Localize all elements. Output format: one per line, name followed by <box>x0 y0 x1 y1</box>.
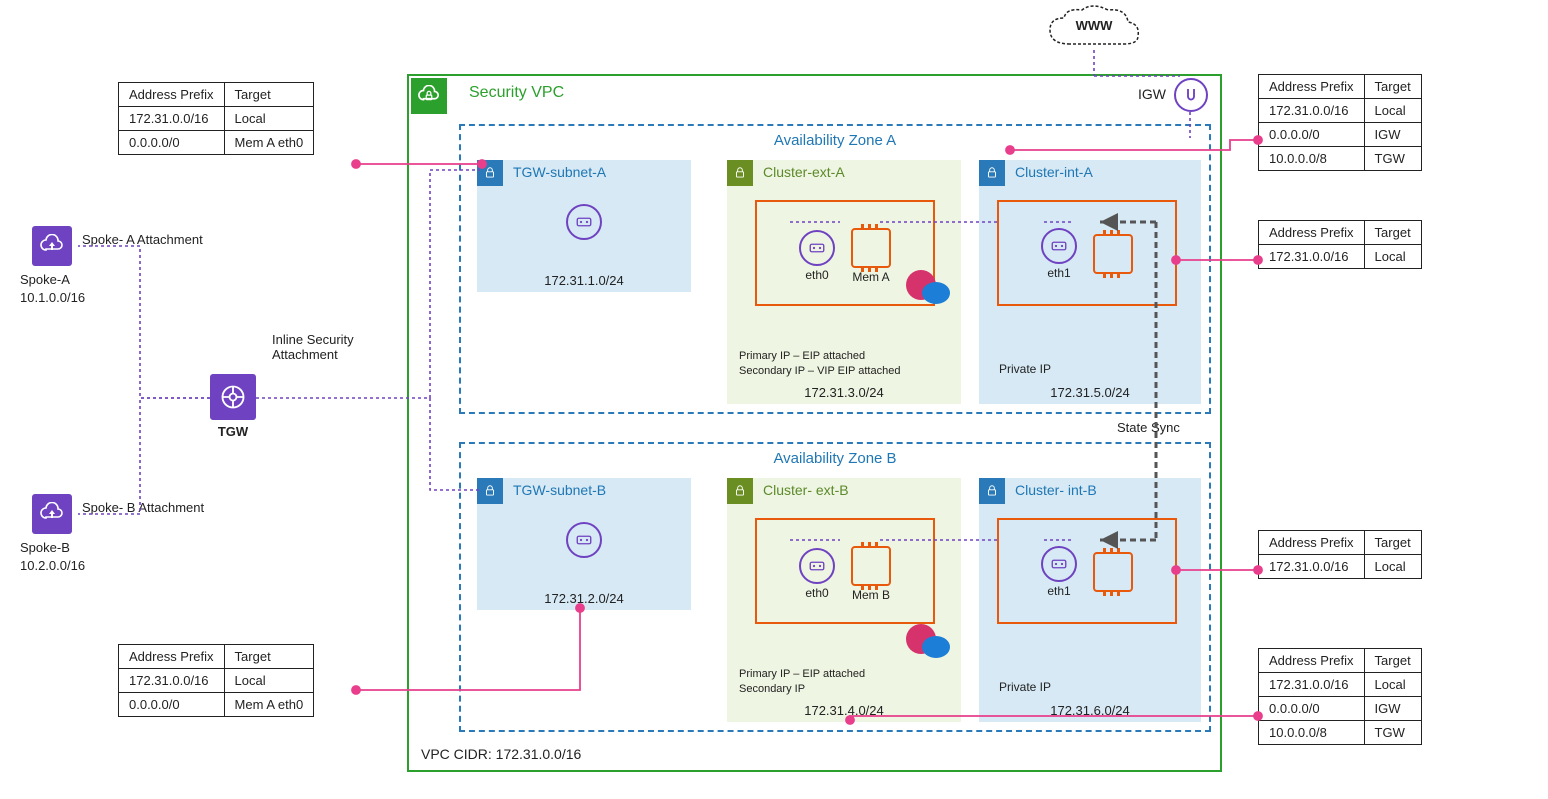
device-box: eth1 <box>997 518 1177 624</box>
route-table-ext-a: Address PrefixTarget172.31.0.0/16Local0.… <box>1258 74 1422 171</box>
chip-icon <box>1093 234 1133 274</box>
eni-icon <box>799 230 835 266</box>
subnet-label: TGW-subnet-B <box>513 482 606 498</box>
eth-label: eth0 <box>799 268 835 282</box>
spoke-b-name: Spoke-B <box>20 540 70 555</box>
route-table-int-b: Address PrefixTarget172.31.0.0/16Local <box>1258 530 1422 579</box>
chip-icon <box>1093 552 1133 592</box>
spoke-a-cidr: 10.1.0.0/16 <box>20 290 85 305</box>
www-cloud: WWW <box>1046 4 1142 57</box>
lock-icon <box>477 160 503 186</box>
lock-icon <box>477 478 503 504</box>
subnet-label: Cluster- ext-B <box>763 482 849 498</box>
vpc-icon <box>411 78 447 114</box>
az-b-title: Availability Zone B <box>773 450 896 467</box>
route-table-int-a: Address PrefixTarget172.31.0.0/16Local <box>1258 220 1422 269</box>
tgw: TGW <box>210 374 256 439</box>
eth-label: eth1 <box>1041 584 1077 598</box>
subnet-cidr: 172.31.2.0/24 <box>544 591 624 606</box>
private-ip-label: Private IP <box>999 680 1051 694</box>
eni-icon <box>1041 546 1077 582</box>
spoke-a-attach: Spoke- A Attachment <box>82 232 203 247</box>
eni-icon <box>1041 228 1077 264</box>
inline-attach-label: Inline Security Attachment <box>272 332 378 362</box>
www-label: WWW <box>1046 18 1142 33</box>
ip-caption: Primary IP – EIP attached Secondary IP –… <box>739 349 949 378</box>
tgw-subnet-b: TGW-subnet-B 172.31.2.0/24 <box>477 478 691 610</box>
route-table-tgw-b: Address PrefixTarget172.31.0.0/16Local0.… <box>118 644 314 717</box>
chip-icon <box>851 546 891 586</box>
eni-icon <box>799 548 835 584</box>
cluster-ext-b: Cluster- ext-B eth0 Mem B Primary IP – E… <box>727 478 961 722</box>
subnet-cidr: 172.31.1.0/24 <box>544 273 624 288</box>
eth-label: eth1 <box>1041 266 1077 280</box>
lock-icon <box>727 160 753 186</box>
checkpoint-icon <box>906 270 954 306</box>
subnet-label: Cluster-ext-A <box>763 164 845 180</box>
eth-label: eth0 <box>799 586 835 600</box>
lock-icon <box>727 478 753 504</box>
spoke-icon <box>32 226 72 266</box>
lock-icon <box>979 160 1005 186</box>
ip-caption: Primary IP – EIP attached Secondary IP <box>739 667 949 696</box>
eni-icon <box>566 204 602 240</box>
subnet-cidr: 172.31.5.0/24 <box>1050 385 1130 400</box>
checkpoint-icon <box>906 624 954 660</box>
az-b: Availability Zone B TGW-subnet-B 172.31.… <box>459 442 1211 732</box>
spoke-b-attach: Spoke- B Attachment <box>82 500 204 515</box>
mem-label: Mem B <box>851 588 891 602</box>
spoke-icon <box>32 494 72 534</box>
diagram-canvas: WWW IGW Security VPC VPC CIDR: 172.31.0.… <box>0 0 1548 799</box>
subnet-cidr: 172.31.6.0/24 <box>1050 703 1130 718</box>
chip-icon <box>851 228 891 268</box>
vpc-title: Security VPC <box>469 84 564 102</box>
vpc-cidr: VPC CIDR: 172.31.0.0/16 <box>421 746 581 762</box>
device-box: eth1 <box>997 200 1177 306</box>
route-table-ext-b: Address PrefixTarget172.31.0.0/16Local0.… <box>1258 648 1422 745</box>
lock-icon <box>979 478 1005 504</box>
mem-label: Mem A <box>851 270 891 284</box>
subnet-label: TGW-subnet-A <box>513 164 606 180</box>
state-sync-label: State Sync <box>1117 420 1180 435</box>
az-a-title: Availability Zone A <box>774 132 896 149</box>
subnet-label: Cluster-int-A <box>1015 164 1093 180</box>
subnet-cidr: 172.31.3.0/24 <box>804 385 884 400</box>
spoke-b <box>32 494 72 534</box>
az-a: Availability Zone A TGW-subnet-A 172.31.… <box>459 124 1211 414</box>
spoke-a <box>32 226 72 266</box>
spoke-b-cidr: 10.2.0.0/16 <box>20 558 85 573</box>
cluster-int-b: Cluster- int-B eth1 Private IP 172.31.6.… <box>979 478 1201 722</box>
subnet-label: Cluster- int-B <box>1015 482 1097 498</box>
tgw-subnet-a: TGW-subnet-A 172.31.1.0/24 <box>477 160 691 292</box>
subnet-cidr: 172.31.4.0/24 <box>804 703 884 718</box>
tgw-label: TGW <box>210 424 256 439</box>
route-table-tgw-a: Address PrefixTarget172.31.0.0/16Local0.… <box>118 82 314 155</box>
spoke-a-name: Spoke-A <box>20 272 70 287</box>
tgw-icon <box>210 374 256 420</box>
device-box: eth0 Mem B <box>755 518 935 624</box>
security-vpc: Security VPC VPC CIDR: 172.31.0.0/16 Ava… <box>407 74 1222 772</box>
eni-icon <box>566 522 602 558</box>
cluster-int-a: Cluster-int-A eth1 Private IP 172.31.5.0… <box>979 160 1201 404</box>
private-ip-label: Private IP <box>999 362 1051 376</box>
